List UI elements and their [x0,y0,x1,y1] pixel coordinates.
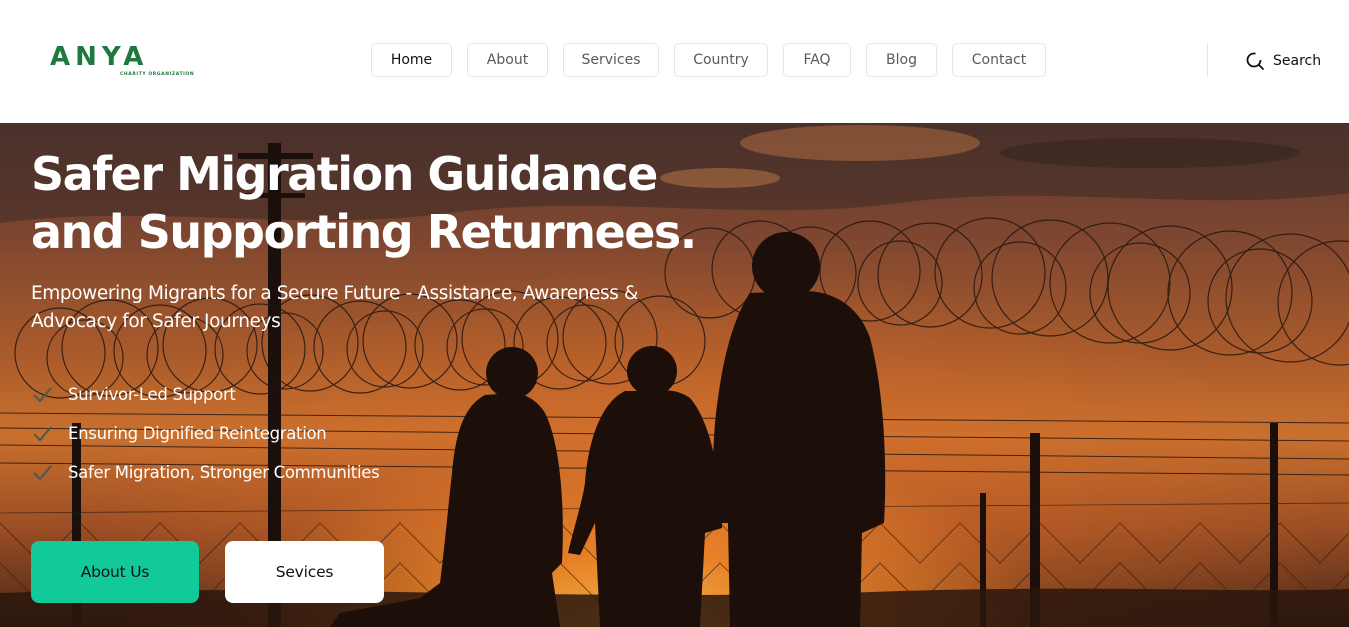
about-us-button[interactable]: About Us [31,541,199,603]
nav-item-blog[interactable]: Blog [866,43,937,77]
feature-label: Ensuring Dignified Reintegration [68,424,327,443]
nav-item-about[interactable]: About [467,43,548,77]
feature-list: Survivor-Led Support Ensuring Dignified … [31,375,380,492]
logo-tagline: CHARITY ORGANIZATION [120,72,195,77]
header-divider [1207,43,1208,77]
feature-label: Safer Migration, Stronger Communities [68,463,380,482]
nav-item-contact[interactable]: Contact [952,43,1046,77]
hero-subtitle: Empowering Migrants for a Secure Future … [31,283,639,332]
page: ANYA CHARITY ORGANIZATION Home About Ser… [0,0,1349,627]
feature-item: Safer Migration, Stronger Communities [31,453,380,492]
check-icon [31,424,53,444]
main-nav: Home About Services Country FAQ Blog Con… [371,43,1046,77]
search-icon [1245,51,1265,71]
nav-item-faq[interactable]: FAQ [783,43,851,77]
hero-title-line-1: Safer Migration Guidance [31,147,658,201]
hero-section: Safer Migration Guidance and Supporting … [0,123,1349,627]
feature-item: Survivor-Led Support [31,375,379,414]
feature-label: Survivor-Led Support [68,385,236,404]
search-button[interactable]: Search [1245,50,1321,72]
check-icon [31,385,53,405]
nav-item-home[interactable]: Home [371,43,452,77]
nav-item-services[interactable]: Services [563,43,659,77]
check-icon [31,463,53,483]
services-button[interactable]: Sevices [225,541,384,603]
feature-item: Ensuring Dignified Reintegration [31,414,379,453]
hero-title: Safer Migration Guidance and Supporting … [31,145,731,261]
search-label: Search [1273,53,1322,69]
site-header: ANYA CHARITY ORGANIZATION Home About Ser… [0,0,1349,123]
logo-wordmark: ANYA [50,42,149,72]
nav-item-country[interactable]: Country [674,43,768,77]
hero-title-line-2: and Supporting Returnees. [31,205,697,259]
logo[interactable]: ANYA CHARITY ORGANIZATION [50,42,195,80]
